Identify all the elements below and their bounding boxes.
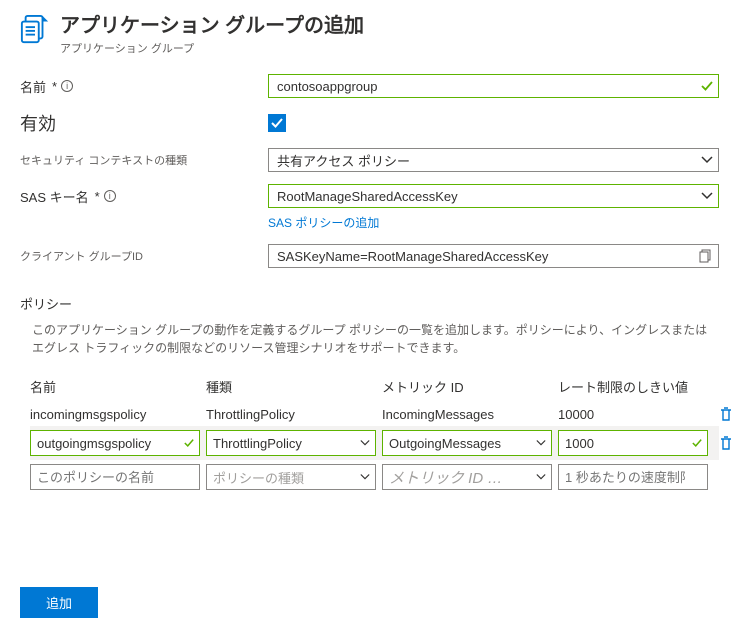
page-title: アプリケーション グループの追加 xyxy=(60,14,364,38)
enabled-checkbox[interactable] xyxy=(268,114,286,132)
new-policy-rate[interactable] xyxy=(558,464,708,490)
ctx-label: セキュリティ コンテキストの種類 xyxy=(20,152,268,168)
policy-row: incomingmsgspolicy ThrottlingPolicy Inco… xyxy=(30,402,719,426)
add-button[interactable]: 追加 xyxy=(20,587,98,618)
delete-policy-button[interactable] xyxy=(718,435,734,451)
policies-title: ポリシー xyxy=(20,294,719,313)
sas-label: SAS キー名* i xyxy=(20,187,268,206)
page-subtitle: アプリケーション グループ xyxy=(60,40,364,56)
name-input[interactable] xyxy=(268,74,719,98)
col-type: 種類 xyxy=(206,377,376,396)
col-metric: メトリック ID xyxy=(382,377,552,396)
policy-type-select[interactable]: ThrottlingPolicy xyxy=(206,430,376,456)
client-label: クライアント グループID xyxy=(20,248,268,264)
policy-type: ThrottlingPolicy xyxy=(206,407,376,422)
check-icon xyxy=(701,80,713,92)
ctx-select[interactable]: 共有アクセス ポリシー xyxy=(268,148,719,172)
col-rate: レート制限のしきい値 xyxy=(558,377,708,396)
col-name: 名前 xyxy=(30,377,200,396)
policy-row: outgoingmsgspolicy ThrottlingPolicy Outg… xyxy=(30,426,719,460)
enabled-label: 有効 xyxy=(20,110,268,136)
policy-row-new: ポリシーの種類 メトリック ID … xyxy=(30,460,719,494)
policy-rate-input[interactable]: 1000 xyxy=(558,430,708,456)
policy-name-input[interactable]: outgoingmsgspolicy xyxy=(30,430,200,456)
delete-policy-button[interactable] xyxy=(718,406,734,422)
info-icon[interactable]: i xyxy=(61,80,73,92)
policy-metric-select[interactable]: OutgoingMessages xyxy=(382,430,552,456)
new-policy-name[interactable] xyxy=(30,464,200,490)
doc-icon xyxy=(20,14,50,44)
new-policy-metric[interactable]: メトリック ID … xyxy=(382,464,552,490)
check-icon xyxy=(692,438,702,448)
new-policy-type[interactable]: ポリシーの種類 xyxy=(206,464,376,490)
copy-icon[interactable] xyxy=(699,249,713,263)
info-icon[interactable]: i xyxy=(104,190,116,202)
policies-desc: このアプリケーション グループの動作を定義するグループ ポリシーの一覧を追加しま… xyxy=(32,321,712,357)
check-icon xyxy=(184,438,194,448)
name-label: 名前* i xyxy=(20,77,268,96)
client-group-id[interactable] xyxy=(268,244,719,268)
policy-name: incomingmsgspolicy xyxy=(30,407,200,422)
policy-rate: 10000 xyxy=(558,407,708,422)
sas-select[interactable]: RootManageSharedAccessKey xyxy=(268,184,719,208)
policy-metric: IncomingMessages xyxy=(382,407,552,422)
add-sas-policy-link[interactable]: SAS ポリシーの追加 xyxy=(268,214,379,231)
